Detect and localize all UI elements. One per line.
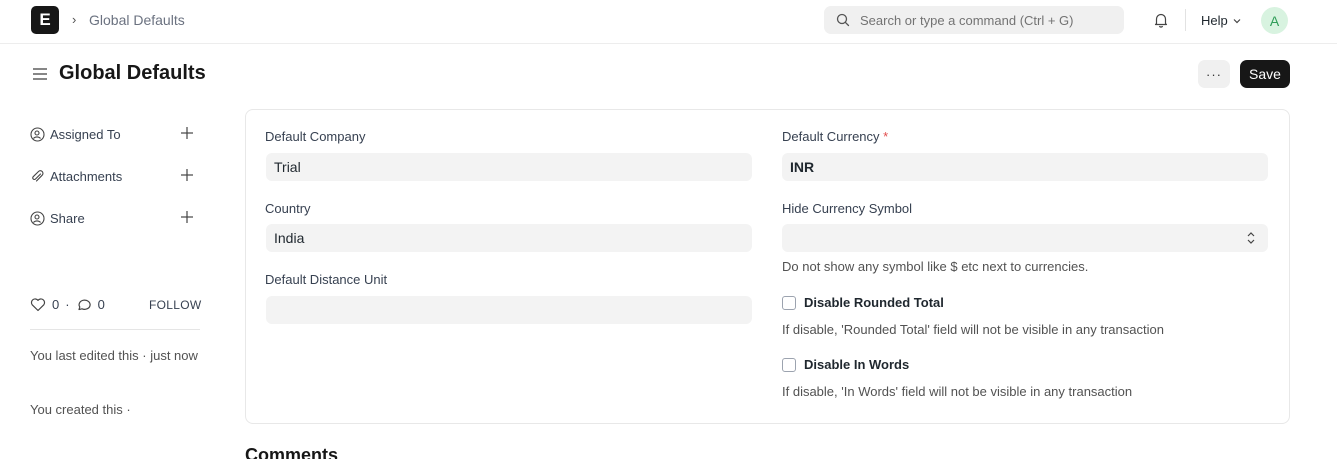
disable-in-words-label[interactable]: Disable In Words [804, 357, 909, 372]
avatar[interactable]: A [1261, 7, 1288, 34]
help-label: Help [1201, 13, 1228, 28]
chevron-down-icon [1233, 18, 1241, 23]
sidebar-toggle-icon[interactable] [32, 66, 48, 82]
search-input[interactable] [860, 12, 1110, 28]
share-user-icon [30, 210, 45, 226]
disable-in-words-checkbox[interactable] [782, 358, 796, 372]
sidebar-item-assigned-to[interactable]: Assigned To [30, 123, 200, 145]
comment-count: 0 [97, 297, 105, 312]
country-label: Country [265, 201, 311, 216]
breadcrumb[interactable]: Global Defaults [89, 12, 185, 28]
divider [1185, 9, 1186, 31]
comment-icon[interactable] [76, 297, 92, 312]
hide-currency-symbol-label: Hide Currency Symbol [782, 201, 913, 216]
chevron-right-icon: › [72, 12, 77, 27]
country-field[interactable]: India [266, 224, 752, 252]
hide-currency-symbol-description: Do not show any symbol like $ etc next t… [782, 259, 1089, 274]
disable-rounded-total-label[interactable]: Disable Rounded Total [804, 295, 944, 310]
search-bar[interactable] [824, 6, 1124, 34]
created-note: You created this · [30, 402, 131, 417]
help-dropdown[interactable]: Help [1201, 13, 1242, 28]
paperclip-icon [32, 169, 44, 182]
divider [30, 329, 200, 330]
last-edited-note: You last edited this · just now [30, 348, 198, 363]
sidebar-item-attachments[interactable]: Attachments [30, 165, 200, 187]
default-currency-field[interactable]: INR [782, 153, 1268, 181]
sidebar-item-label: Assigned To [50, 126, 121, 142]
country-value: India [274, 230, 305, 246]
likes-comments: 0 · 0 [30, 297, 105, 312]
default-company-value: Trial [274, 159, 301, 175]
user-plus-icon [30, 126, 45, 142]
app-logo[interactable]: E [31, 6, 59, 34]
sidebar-item-label: Attachments [50, 168, 123, 184]
select-arrows-icon [1247, 232, 1255, 244]
sidebar-item-label: Share [50, 210, 85, 226]
separator-dot: · [65, 297, 70, 312]
plus-icon[interactable] [180, 126, 194, 140]
required-mark: * [883, 129, 889, 144]
default-currency-label-text: Default Currency [782, 129, 880, 144]
default-distance-unit-field[interactable] [266, 296, 752, 324]
more-actions-button[interactable]: ··· [1198, 60, 1230, 88]
disable-in-words-description: If disable, 'In Words' field will not be… [782, 384, 1133, 399]
disable-rounded-total-description: If disable, 'Rounded Total' field will n… [782, 322, 1164, 337]
heart-icon[interactable] [30, 297, 46, 312]
default-currency-label: Default Currency * [782, 129, 888, 144]
comments-heading: Comments [245, 445, 339, 459]
bell-icon[interactable] [1152, 11, 1170, 29]
search-icon [836, 13, 850, 27]
default-company-label: Default Company [265, 129, 366, 144]
hide-currency-symbol-select[interactable] [782, 224, 1268, 252]
default-currency-value: INR [790, 159, 815, 175]
default-distance-unit-label: Default Distance Unit [265, 272, 388, 287]
follow-button[interactable]: FOLLOW [149, 298, 201, 312]
navbar: E › Global Defaults Help A [0, 0, 1337, 44]
plus-icon[interactable] [180, 168, 194, 182]
plus-icon[interactable] [180, 210, 194, 224]
page-title: Global Defaults [59, 62, 206, 84]
sidebar-item-share[interactable]: Share [30, 207, 200, 229]
default-company-field[interactable]: Trial [266, 153, 752, 181]
like-count: 0 [52, 297, 60, 312]
disable-rounded-total-checkbox[interactable] [782, 296, 796, 310]
save-button[interactable]: Save [1240, 60, 1290, 88]
